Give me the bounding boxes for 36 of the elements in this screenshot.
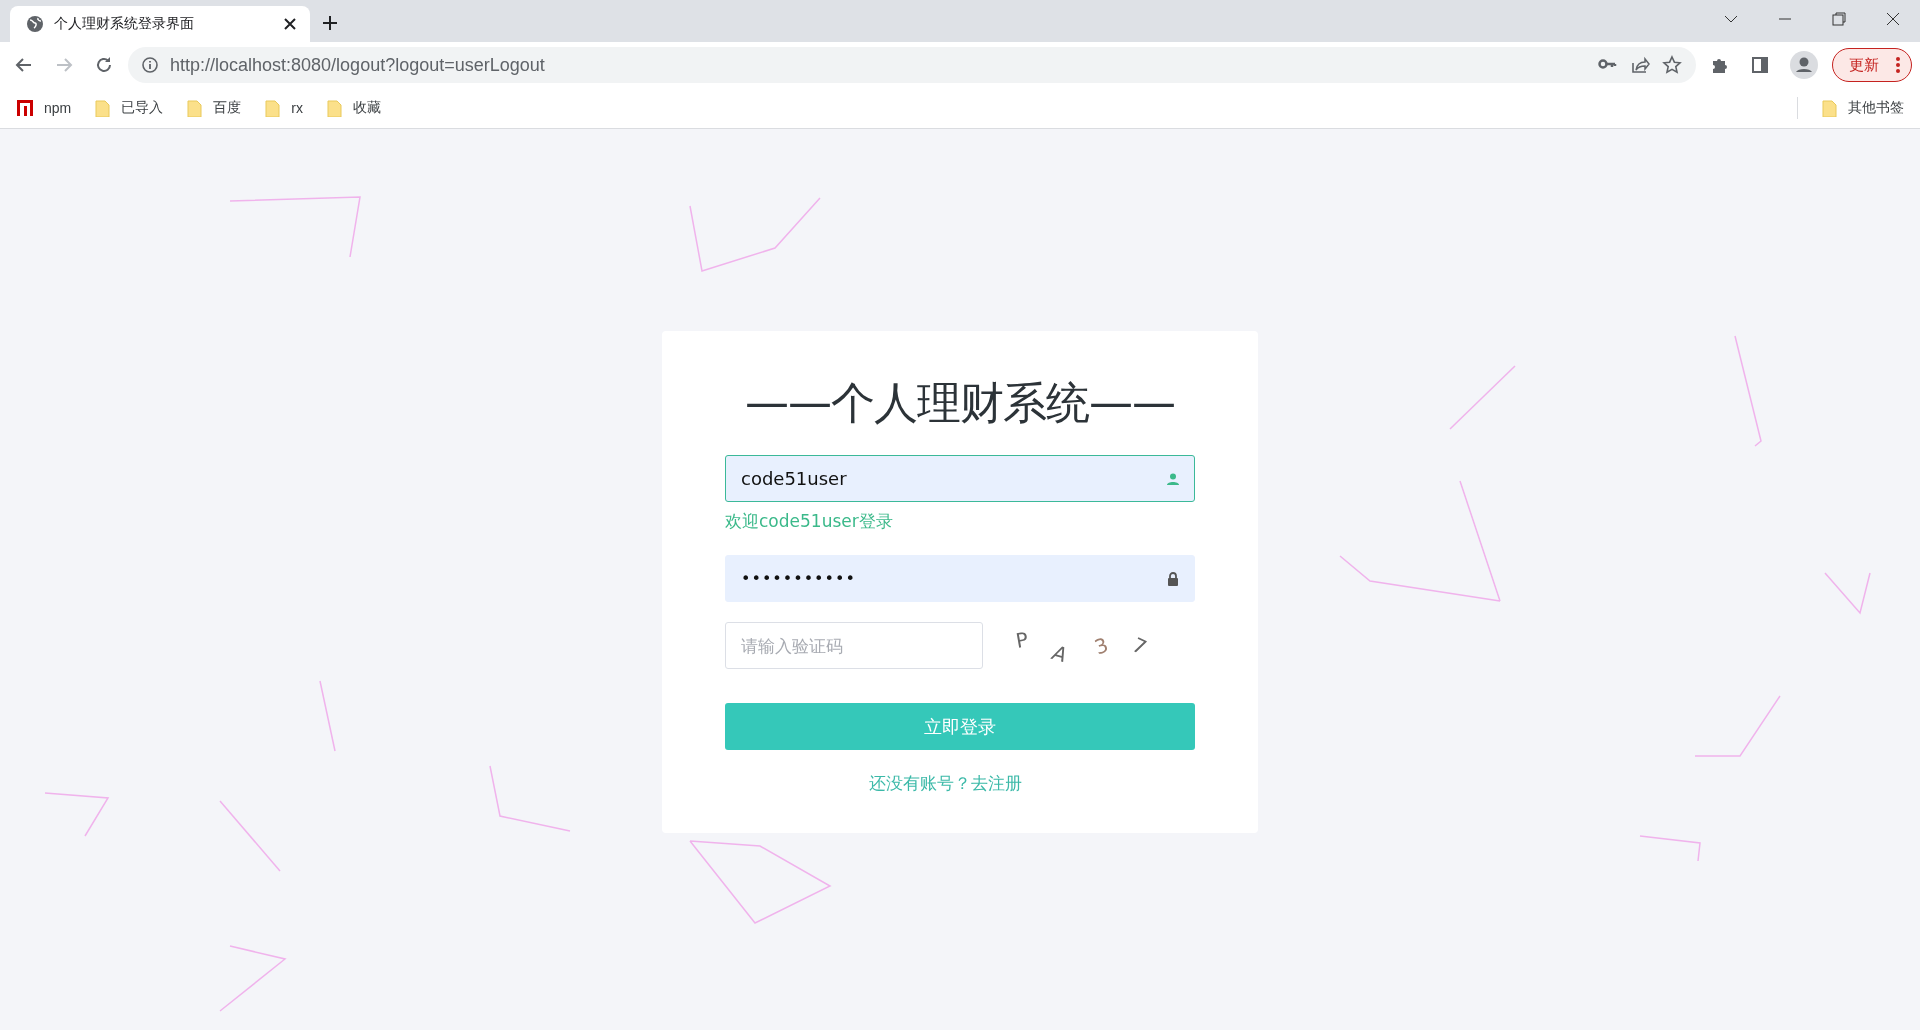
folder-icon <box>1820 99 1838 117</box>
folder-icon <box>263 99 282 117</box>
address-bar[interactable]: http://localhost:8080/logout?logout=userLogout <box>128 47 1696 83</box>
welcome-message: 欢迎code51user登录 <box>725 510 894 533</box>
url-text: http://localhost:8080/logout?logout=userLogout <box>170 54 546 76</box>
reload-icon[interactable] <box>94 55 114 75</box>
folder-icon <box>324 99 343 117</box>
avatar-icon[interactable] <box>1790 51 1818 79</box>
tab-title: 个人理财系统登录界面 <box>54 15 195 33</box>
system-title: ——个人理财系统—— <box>744 376 1176 430</box>
browser-tab[interactable]: 个人理财系统登录界面 <box>10 6 310 42</box>
info-icon <box>142 57 158 73</box>
side-panel-icon[interactable] <box>1750 55 1770 75</box>
bookmark-item[interactable]: npm <box>16 99 72 117</box>
folder-icon <box>93 99 112 117</box>
plus-icon[interactable] <box>322 15 338 31</box>
npm-logo-icon <box>16 99 34 117</box>
bookmark-item[interactable]: 收藏 <box>324 99 381 117</box>
share-icon[interactable] <box>1630 55 1650 75</box>
bookmark-item[interactable]: 百度 <box>185 99 242 117</box>
globe-icon <box>26 15 44 33</box>
update-button[interactable]: 更新 <box>1832 48 1912 82</box>
user-icon <box>1166 471 1180 486</box>
bookmark-item[interactable]: 其他书签 <box>1820 99 1904 117</box>
more-icon <box>1895 56 1901 74</box>
captcha-input-field[interactable]: 请输入验证码 <box>725 622 983 669</box>
restore-icon[interactable] <box>1831 11 1847 27</box>
close-icon[interactable] <box>1885 11 1901 27</box>
username-field[interactable]: code51user <box>725 455 1195 502</box>
password-field[interactable]: ••••••••••• <box>725 555 1195 602</box>
bookmark-item[interactable]: rx <box>263 99 303 117</box>
lock-icon <box>1166 570 1180 587</box>
star-icon[interactable] <box>1662 55 1682 75</box>
close-icon[interactable] <box>282 16 298 32</box>
bookmark-item[interactable]: 已导入 <box>93 99 164 117</box>
folder-icon <box>185 99 204 117</box>
